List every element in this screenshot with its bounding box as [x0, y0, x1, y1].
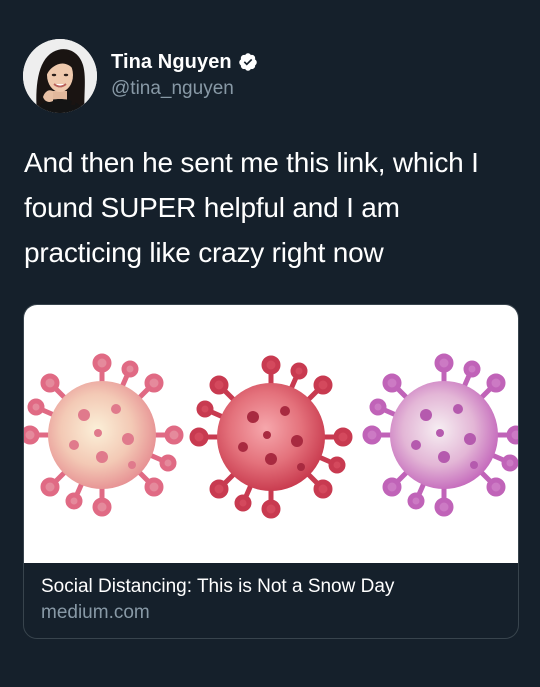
- tweet-text-line: And then he sent me this link, which I: [24, 147, 479, 178]
- tweet-text-line: practicing like crazy right now: [24, 237, 384, 268]
- tweet: Tina Nguyen @tina_nguyen And then he sen…: [0, 0, 540, 687]
- tweet-header: Tina Nguyen @tina_nguyen: [23, 38, 258, 114]
- user-handle[interactable]: @tina_nguyen: [111, 78, 258, 100]
- virus-1: [24, 353, 184, 517]
- virus-3: [362, 353, 518, 517]
- name-row: Tina Nguyen: [111, 51, 258, 74]
- virus-illustration-icon: [24, 305, 518, 563]
- display-name[interactable]: Tina Nguyen: [111, 51, 232, 74]
- virus-2: [189, 355, 353, 519]
- link-card-domain: medium.com: [41, 602, 150, 623]
- tweet-text-line: found SUPER helpful and I am: [24, 192, 400, 223]
- link-card-meta: Social Distancing: This is Not a Snow Da…: [24, 563, 518, 626]
- link-card[interactable]: Social Distancing: This is Not a Snow Da…: [23, 304, 519, 639]
- tweet-text: And then he sent me this link, which I f…: [24, 140, 524, 275]
- avatar[interactable]: [23, 39, 97, 113]
- verified-badge-icon: [238, 52, 258, 72]
- profile-photo-icon: [23, 39, 97, 113]
- link-card-title[interactable]: Social Distancing: This is Not a Snow Da…: [41, 575, 501, 599]
- user-names: Tina Nguyen @tina_nguyen: [111, 51, 258, 100]
